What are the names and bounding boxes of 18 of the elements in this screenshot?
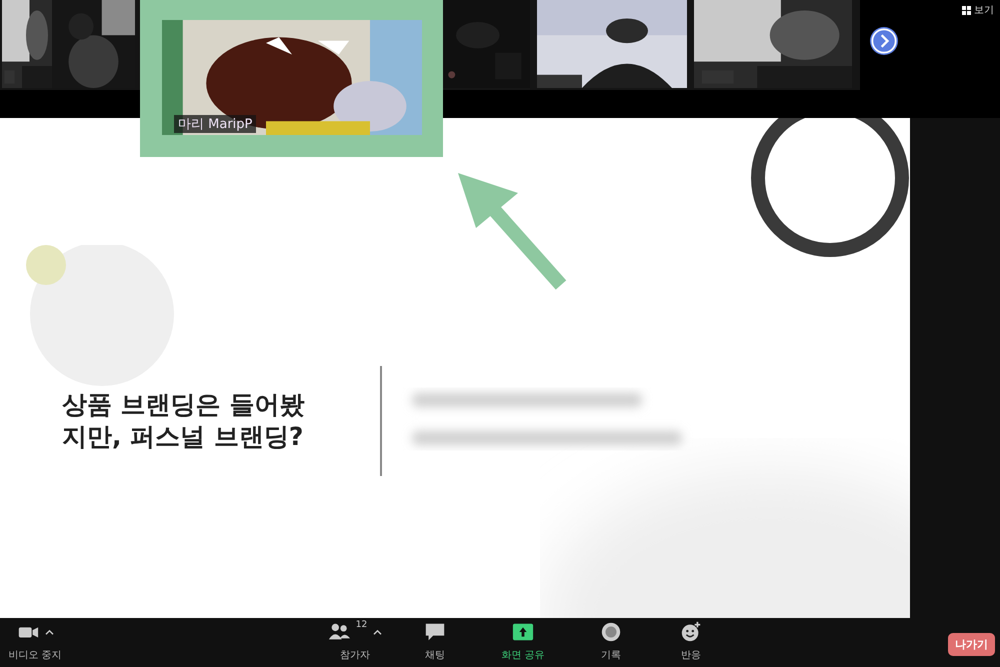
smiley-icon bbox=[680, 621, 702, 643]
toolbar-button[interactable]: 채팅 bbox=[400, 618, 470, 662]
share-screen-icon bbox=[512, 621, 534, 643]
next-arrow-icon[interactable] bbox=[870, 27, 898, 55]
participant-count: 12 bbox=[356, 620, 368, 630]
participant-name: 마리 MaripP bbox=[174, 115, 256, 133]
view-button[interactable]: 보기 bbox=[962, 3, 994, 17]
toolbar-button[interactable]: 화면 공유 bbox=[488, 618, 558, 662]
toolbar-button[interactable]: 반응 bbox=[656, 618, 726, 662]
toolbar-button[interactable]: 기록 bbox=[576, 618, 646, 662]
caret-icon[interactable] bbox=[373, 628, 382, 636]
grid-icon bbox=[962, 6, 971, 14]
slide-title: 상품 브랜딩은 들어봤 지만, 퍼스널 브랜딩? bbox=[62, 388, 306, 453]
toolbar-button[interactable]: 비디오 중지 bbox=[0, 618, 70, 662]
caret-icon[interactable] bbox=[44, 628, 54, 636]
record-icon bbox=[600, 621, 622, 643]
chat-bubble-icon bbox=[424, 621, 446, 643]
toolbar-button[interactable]: 12 참가자 bbox=[310, 618, 400, 662]
